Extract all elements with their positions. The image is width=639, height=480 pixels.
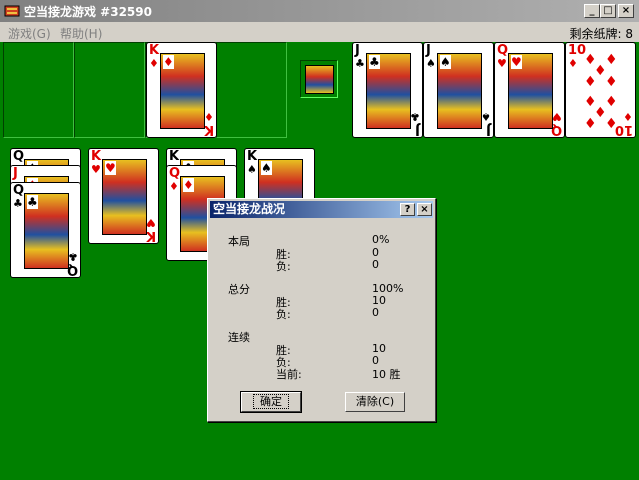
title-bar[interactable]: 空当接龙游戏 #32590 _ □ × — [0, 0, 639, 22]
total-label: 总分 — [228, 283, 250, 296]
dialog-close-button[interactable]: × — [417, 203, 432, 216]
card-suit-pip: ♦ — [584, 116, 597, 132]
current-game-label: 本局 — [228, 235, 250, 248]
court-card-art: ♠ — [437, 53, 482, 129]
court-card-art: ♣ — [366, 53, 411, 129]
card-suit-pip: ♣ — [27, 195, 38, 209]
statistics-dialog: 空当接龙战况 ? × 本局 0% 胜: 0 负: 0 总分 100% 胜: 10… — [207, 198, 436, 422]
card-suit-pip: ♠ — [261, 161, 272, 175]
current-game-percent: 0% — [372, 233, 390, 246]
card-suit: ♠ — [426, 57, 436, 70]
minimize-button[interactable]: _ — [584, 4, 600, 18]
foundation-4[interactable]: 10 ♦ 10 ♦ ♦ ♦ ♦ ♦ ♦ ♦ ♦ ♦ ♦ ♦ — [565, 42, 636, 138]
card-suit-pip: ♥ — [105, 161, 116, 175]
free-cell-4[interactable] — [216, 42, 287, 138]
card-suit-pip: ♥ — [511, 55, 522, 69]
king-face-icon — [300, 60, 338, 98]
maximize-button[interactable]: □ — [600, 4, 616, 18]
card-rank: K — [169, 149, 180, 164]
foundation-3[interactable]: Q ♥ Q ♥ ♥ — [494, 42, 565, 138]
close-button[interactable]: × — [618, 4, 634, 18]
streak-current-label: 当前: — [276, 368, 302, 381]
card-rank: J — [13, 166, 18, 181]
court-card-art: ♣ — [24, 193, 69, 269]
menu-bar: 游戏(G) 帮助(H) 剩余纸牌: 8 — [0, 22, 639, 42]
card-suit-bottom: ♠ — [481, 110, 491, 123]
card-suit-bottom: ♦ — [204, 110, 214, 123]
freecell-window: 空当接龙游戏 #32590 _ □ × 游戏(G) 帮助(H) 剩余纸牌: 8 … — [0, 0, 639, 480]
menu-game[interactable]: 游戏(G) — [8, 25, 51, 42]
tableau-col1-card-3[interactable]: Q ♣ Q ♣ ♣ — [10, 182, 81, 278]
card-suit-pip: ♦ — [584, 74, 597, 90]
menu-help[interactable]: 帮助(H) — [60, 25, 102, 42]
free-cell-card-3[interactable]: K ♦ K ♦ ♦ — [146, 42, 217, 138]
card-rank: J — [355, 43, 360, 58]
card-rank-bottom: K — [203, 122, 214, 137]
card-rank-bottom: J — [415, 122, 420, 137]
dialog-title: 空当接龙战况 — [213, 202, 286, 216]
current-lost-label: 负: — [276, 260, 291, 273]
card-rank: K — [247, 149, 258, 164]
card-rank: Q — [169, 166, 181, 181]
dialog-help-button[interactable]: ? — [400, 203, 415, 216]
card-rank: K — [91, 149, 102, 164]
card-suit-pip: ♠ — [440, 55, 451, 69]
free-cell-2[interactable] — [74, 42, 145, 138]
tableau-col2-card-1[interactable]: K ♥ K ♥ ♥ — [88, 148, 159, 244]
card-suit: ♦ — [149, 57, 159, 70]
card-suit-pip: ♦ — [605, 74, 618, 90]
card-suit: ♦ — [169, 180, 179, 193]
card-suit: ♦ — [568, 57, 578, 70]
card-suit-bottom: ♦ — [623, 110, 633, 123]
card-suit: ♥ — [497, 57, 507, 70]
ok-button[interactable]: 确定 — [240, 391, 302, 413]
clear-button[interactable]: 清除(C) — [345, 392, 405, 412]
card-rank-bottom: K — [145, 228, 156, 243]
foundation-2[interactable]: J ♠ J ♠ ♠ — [423, 42, 494, 138]
card-suit-pip: ♦ — [605, 52, 618, 68]
card-rank: Q — [497, 43, 509, 58]
window-title: 空当接龙游戏 #32590 — [24, 5, 152, 19]
card-suit: ♣ — [355, 57, 365, 70]
card-suit: ♥ — [91, 163, 101, 176]
streak-current-value: 10 胜 — [372, 368, 401, 381]
free-cell-1[interactable] — [3, 42, 74, 138]
card-suit-pip: ♦ — [605, 94, 618, 110]
cards-left-counter: 剩余纸牌: 8 — [569, 27, 634, 41]
freecell-app-icon — [4, 3, 20, 19]
card-suit-pip: ♦ — [163, 55, 174, 69]
card-suit-pip: ♦ — [183, 178, 194, 192]
card-suit-bottom: ♣ — [410, 110, 420, 123]
total-lost-value: 0 — [372, 306, 379, 319]
card-rank: Q — [13, 183, 25, 198]
card-suit-bottom: ♥ — [146, 216, 156, 229]
card-rank: Q — [13, 149, 25, 164]
foundation-1[interactable]: J ♣ J ♣ ♣ — [352, 42, 423, 138]
court-card-art: ♥ — [508, 53, 553, 129]
streak-label: 连续 — [228, 331, 250, 344]
card-rank: J — [426, 43, 431, 58]
card-suit-pip: ♦ — [605, 116, 618, 132]
court-card-art: ♦ — [160, 53, 205, 129]
card-rank: K — [149, 43, 160, 58]
card-suit-pip: ♣ — [369, 55, 380, 69]
court-card-art: ♥ — [102, 159, 147, 235]
card-rank-bottom: J — [486, 122, 491, 137]
current-lost-value: 0 — [372, 258, 379, 271]
card-suit-bottom: ♣ — [68, 250, 78, 263]
card-suit-bottom: ♥ — [552, 110, 562, 123]
card-suit: ♣ — [13, 197, 23, 210]
total-lost-label: 负: — [276, 308, 291, 321]
card-suit: ♠ — [247, 163, 257, 176]
ok-button-label: 确定 — [253, 394, 289, 409]
